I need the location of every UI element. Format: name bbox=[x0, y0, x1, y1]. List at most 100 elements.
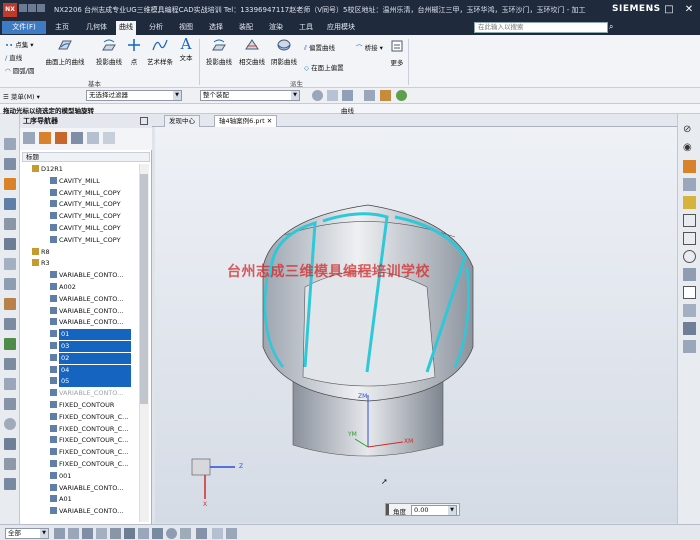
selection-filter-dropdown[interactable]: 无选择过滤器 ▼ bbox=[86, 90, 182, 101]
tree-node[interactable]: CAVITY_MILL_COPY bbox=[22, 211, 139, 222]
tree-node[interactable]: VARIABLE_CONTO... bbox=[22, 306, 139, 317]
close-tab-icon[interactable]: ✕ bbox=[267, 117, 272, 125]
tree-node[interactable]: FIXED_CONTOUR_C... bbox=[22, 447, 139, 458]
verify-icon[interactable] bbox=[103, 132, 115, 144]
undo-icon[interactable] bbox=[28, 4, 36, 12]
tree-node[interactable]: VARIABLE_CONTO... bbox=[22, 270, 139, 281]
angle-value-input[interactable]: 0.00 ▼ bbox=[411, 505, 457, 516]
maximize-button[interactable]: □ bbox=[662, 3, 676, 17]
play-icon[interactable] bbox=[683, 250, 696, 263]
curve-on-surface-button[interactable]: 曲面上的曲线 bbox=[44, 38, 86, 66]
type-filter-dropdown[interactable]: 全部 ▼ bbox=[5, 528, 49, 539]
geometry-view-icon[interactable] bbox=[4, 218, 16, 230]
tree-node[interactable]: CAVITY_MILL_COPY bbox=[22, 199, 139, 210]
pattern-icon[interactable] bbox=[342, 90, 353, 101]
tab-analysis[interactable]: 分析 bbox=[146, 22, 166, 33]
machine-tool-view-icon[interactable] bbox=[39, 132, 51, 144]
lighting-icon[interactable] bbox=[683, 196, 696, 209]
part-view-icon[interactable] bbox=[683, 340, 696, 353]
tab-assembly[interactable]: 装配 bbox=[236, 22, 256, 33]
fit-view-icon[interactable] bbox=[683, 214, 696, 227]
snap-icon[interactable] bbox=[327, 90, 338, 101]
text-button[interactable]: A 文本 bbox=[177, 36, 195, 62]
tree-node[interactable]: R3 bbox=[22, 258, 139, 269]
tree-node[interactable]: FIXED_CONTOUR bbox=[22, 400, 139, 411]
machine-tool-icon[interactable] bbox=[4, 198, 16, 210]
web-browser-icon[interactable] bbox=[4, 318, 16, 330]
tab-tools[interactable]: 工具 bbox=[296, 22, 316, 33]
palette-icon[interactable] bbox=[4, 338, 16, 350]
close-button[interactable]: ✕ bbox=[682, 3, 696, 17]
select-curve-icon[interactable] bbox=[96, 528, 107, 539]
tree-node[interactable]: 03 bbox=[22, 341, 139, 352]
select-face-icon[interactable] bbox=[68, 528, 79, 539]
tree-node[interactable]: VARIABLE_CONTO... bbox=[22, 388, 139, 399]
intersect-curve-button[interactable]: 相交曲线 bbox=[236, 38, 268, 66]
operation-navigator-icon[interactable] bbox=[4, 178, 16, 190]
assembly-navigator-icon[interactable] bbox=[4, 158, 16, 170]
tree-node[interactable]: 01 bbox=[22, 329, 139, 341]
machining-method-view-icon[interactable] bbox=[71, 132, 83, 144]
reuse-library-icon[interactable] bbox=[4, 258, 16, 270]
tab-discovery-center[interactable]: 发现中心 bbox=[164, 115, 200, 127]
model-canvas[interactable] bbox=[155, 127, 677, 523]
project-curve-2-button[interactable]: 投影曲线 bbox=[203, 38, 235, 66]
tree-node[interactable]: D12R1 bbox=[22, 164, 139, 175]
measure-icon[interactable] bbox=[4, 378, 16, 390]
rotate-icon[interactable] bbox=[683, 268, 696, 281]
render-style-icon[interactable] bbox=[396, 90, 407, 101]
generate-icon[interactable] bbox=[87, 132, 99, 144]
minimize-button[interactable]: – bbox=[644, 3, 658, 17]
studio-spline-button[interactable]: 艺术样条 bbox=[144, 38, 176, 66]
tree-node[interactable]: A01 bbox=[22, 494, 139, 505]
tab-applications[interactable]: 应用模块 bbox=[324, 22, 358, 33]
tree-node[interactable]: VARIABLE_CONTO... bbox=[22, 317, 139, 328]
clock-icon[interactable] bbox=[4, 418, 16, 430]
menu-button[interactable]: ☰ 菜单(M) ▾ bbox=[3, 91, 40, 101]
tab-home[interactable]: 主页 bbox=[52, 22, 72, 33]
tree-node[interactable]: FIXED_CONTOUR_C... bbox=[22, 459, 139, 470]
tree-node[interactable]: CAVITY_MILL_COPY bbox=[22, 235, 139, 246]
project-curve-button[interactable]: 投影曲线 bbox=[92, 38, 126, 66]
select-edge-icon[interactable] bbox=[82, 528, 93, 539]
tree-node[interactable]: CAVITY_MILL_COPY bbox=[22, 188, 139, 199]
offset-curve-button[interactable]: ⫽ 偏置曲线 bbox=[304, 42, 335, 53]
redo-icon[interactable] bbox=[37, 4, 45, 12]
select-feature-icon[interactable] bbox=[166, 528, 177, 539]
select-solid-icon[interactable] bbox=[138, 528, 149, 539]
snap-point-icon[interactable] bbox=[196, 528, 207, 539]
assembly-scope-dropdown[interactable]: 整个装配 ▼ bbox=[200, 90, 300, 101]
tree-node[interactable]: R8 bbox=[22, 247, 139, 258]
shadow-curve-button[interactable]: 阴影曲线 bbox=[268, 38, 300, 66]
tab-select[interactable]: 选择 bbox=[206, 22, 226, 33]
program-order-view-icon[interactable] bbox=[23, 132, 35, 144]
tab-view[interactable]: 视图 bbox=[176, 22, 196, 33]
tab-render[interactable]: 渲染 bbox=[266, 22, 286, 33]
sensor-icon[interactable] bbox=[4, 398, 16, 410]
point-button[interactable]: 点 bbox=[126, 38, 142, 66]
tab-part-file[interactable]: 轴4轴案例6.prt ✕ bbox=[214, 115, 278, 127]
more-button[interactable]: 更多 bbox=[389, 39, 405, 67]
layer-settings-icon[interactable] bbox=[683, 160, 696, 173]
eye-icon[interactable]: ◉ bbox=[683, 142, 696, 155]
tree-node[interactable]: VARIABLE_CONTO... bbox=[22, 294, 139, 305]
tab-curve[interactable]: 曲线 bbox=[116, 21, 136, 35]
hide-icon[interactable]: ⊘ bbox=[683, 124, 696, 137]
select-sheet-icon[interactable] bbox=[124, 528, 135, 539]
zoom-icon[interactable] bbox=[683, 232, 696, 245]
tree-node[interactable]: 04 bbox=[22, 364, 139, 376]
feature-tool-icon[interactable] bbox=[4, 438, 16, 450]
bridge-curve-button[interactable]: ⌒ 桥接 ▾ bbox=[356, 42, 383, 52]
select-body-icon[interactable] bbox=[54, 528, 65, 539]
graphics-window[interactable]: 台州志成三维模具编程培训学校 ZM YM XM Z X ➚ 角度 0.00 ▼ bbox=[155, 127, 677, 523]
snap-midpoint-icon[interactable] bbox=[226, 528, 237, 539]
tab-geometry[interactable]: 几何体 bbox=[83, 22, 110, 33]
view-style-icon[interactable] bbox=[683, 178, 696, 191]
offset-in-face-button[interactable]: ◇ 在面上偏置 bbox=[304, 62, 344, 72]
tree-node[interactable]: FIXED_CONTOUR_C... bbox=[22, 435, 139, 446]
drag-handle[interactable] bbox=[386, 504, 389, 515]
search-icon[interactable]: ⌕ bbox=[609, 22, 620, 33]
select-point-icon[interactable] bbox=[110, 528, 121, 539]
point-set-button[interactable]: ∙∙ 点集 ▾ bbox=[5, 39, 34, 49]
command-search-input[interactable]: 在此输入以搜索 bbox=[474, 22, 608, 33]
